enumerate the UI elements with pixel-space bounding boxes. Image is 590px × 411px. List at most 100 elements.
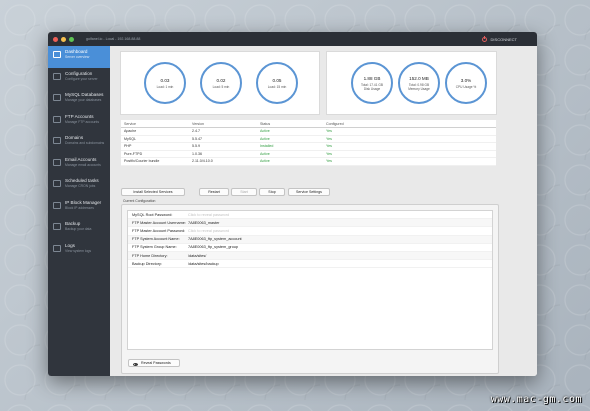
configuration-group: MySQL Root Password: Click to reveal pas…	[121, 204, 499, 374]
sidebar-item-ip-block-manager[interactable]: IP Block Manager Block IP addresses	[48, 197, 110, 219]
watermark: www.mac-gm.com	[490, 394, 582, 405]
config-key: FTP Master Account Username:	[132, 220, 186, 225]
config-value[interactable]: Click to reveal password	[188, 213, 229, 217]
stop-button[interactable]: Stop	[259, 188, 285, 196]
globe-icon	[53, 137, 61, 144]
sidebar-item-dashboard[interactable]: Dashboard Server overview	[48, 46, 110, 68]
sidebar-item-sub: Manage email accounts	[65, 162, 101, 167]
service-status: Active	[257, 127, 323, 136]
config-key: FTP System Account Name:	[132, 237, 180, 242]
column-header[interactable]: Version	[189, 120, 257, 128]
gauge-value: 1.88 GB	[363, 75, 381, 81]
table-row[interactable]: PHP 5.5.9 Installed Yes	[121, 142, 496, 151]
config-row: FTP Master Account Password: Click to re…	[128, 227, 492, 236]
config-key: FTP System Group Name:	[132, 245, 177, 250]
config-key: Backup Directory:	[132, 261, 162, 266]
service-status: Installed	[257, 142, 323, 151]
sidebar-item-ftp-accounts[interactable]: FTP Accounts Manage FTP accounts	[48, 111, 110, 133]
cpu-usage-gauge: 3.0% CPU Usage %	[445, 62, 487, 104]
minimize-window-button[interactable]	[61, 36, 66, 42]
service-name: Postfix/Courier bundle	[121, 157, 189, 166]
disconnect-label: DISCONNECT	[490, 36, 517, 42]
gauge-caption: Load: 15 min	[267, 84, 287, 89]
config-row: FTP System Account Name: 7A8E0063_ftp_sy…	[128, 235, 492, 244]
config-row: FTP System Group Name: 7A8E0063_ftp_syst…	[128, 244, 492, 252]
service-settings-button[interactable]: Service Settings	[288, 188, 330, 196]
gauge-value: 0.03	[160, 77, 170, 83]
sidebar-item-sub: View system logs	[65, 248, 92, 253]
sidebar-item-sub: Manage your databases	[65, 98, 102, 102]
app-window: golfanel.io - Local - 192.168.88.88 DISC…	[48, 32, 537, 376]
backup-icon	[53, 223, 61, 230]
eye-icon	[133, 362, 138, 366]
gauge-caption: CPU Usage %	[455, 84, 477, 89]
sidebar-item-sub: Configure your server	[65, 76, 98, 81]
service-version: 1.0.36	[189, 150, 257, 158]
service-status: Active	[257, 157, 323, 166]
gauge-caption: Total: 0.98 GB Memory Usage	[408, 82, 430, 91]
config-key: FTP Home Directory:	[132, 253, 168, 258]
folder-icon	[53, 115, 61, 123]
config-value: 7A8E0063_master	[188, 220, 220, 225]
configuration-list: MySQL Root Password: Click to reveal pas…	[127, 210, 493, 350]
column-header[interactable]: Service	[121, 120, 189, 128]
service-name: Pure-FTPD	[121, 150, 189, 158]
sidebar-item-logs[interactable]: Logs View system logs	[48, 240, 110, 262]
sidebar-item-sub: Manage CRON jobs	[65, 184, 96, 188]
install-services-button[interactable]: Install Selected Services	[121, 188, 185, 196]
memory-usage-gauge: 152.0 MB Total: 0.98 GB Memory Usage	[398, 62, 440, 104]
sidebar-item-sub: Block IP addresses	[65, 205, 94, 210]
service-configured: Yes	[323, 157, 496, 166]
window-controls	[53, 36, 74, 42]
service-configured: Yes	[323, 150, 496, 158]
service-version: 5.5.9	[189, 142, 257, 151]
table-header-row: Service Version Status Configured	[121, 120, 496, 128]
service-configured: Yes	[323, 135, 496, 143]
service-version: 2.11.0/4.10.0	[189, 157, 257, 166]
table-row[interactable]: Apache 2.4.7 Active Yes	[121, 127, 496, 136]
service-version: 2.4.7	[189, 127, 257, 136]
service-name: PHP	[121, 142, 189, 151]
table-row[interactable]: Pure-FTPD 1.0.36 Active Yes	[121, 150, 496, 158]
config-key: FTP Master Account Password:	[132, 228, 186, 233]
sidebar-item-configuration[interactable]: Configuration Configure your server	[48, 68, 110, 90]
gauge-value: 0.05	[272, 77, 282, 83]
service-status: Active	[257, 135, 323, 143]
power-icon	[481, 35, 487, 42]
close-window-button[interactable]	[53, 36, 58, 42]
restart-button[interactable]: Restart	[199, 188, 229, 196]
reveal-passwords-button[interactable]: Reveal Passwords	[128, 359, 180, 367]
sidebar-item-email-accounts[interactable]: Email Accounts Manage email accounts	[48, 154, 110, 176]
sidebar-item-sub: Server overview	[65, 55, 90, 59]
config-row: FTP Master Account Username: 7A8E0063_ma…	[128, 219, 492, 228]
load-average-panel: 0.03 Load: 1 min 0.02 Load: 5 min 0.05 L…	[120, 51, 320, 115]
gauge-caption: Load: 1 min	[156, 84, 174, 89]
config-value: 7A8E0063_ftp_system_group	[188, 245, 239, 250]
main-content: 0.03 Load: 1 min 0.02 Load: 5 min 0.05 L…	[110, 46, 537, 376]
dashboard-icon	[53, 51, 61, 58]
config-value[interactable]: Click to reveal password	[188, 229, 229, 233]
reveal-passwords-label: Reveal Passwords	[141, 361, 171, 365]
config-row: Backup Directory: /data/sites/backup	[128, 260, 492, 269]
config-row: FTP Home Directory: /data/sites/	[128, 251, 492, 261]
zoom-window-button[interactable]	[69, 36, 74, 42]
sidebar-item-backup[interactable]: Backup Backup your data	[48, 218, 110, 240]
logs-icon	[53, 244, 61, 252]
resource-usage-panel: 1.88 GB Total: 17.41 GB Disk Usage 152.0…	[326, 51, 497, 115]
config-value: /data/sites/	[188, 253, 207, 258]
window-title: golfanel.io - Local - 192.168.88.88	[86, 37, 141, 41]
column-header[interactable]: Configured	[323, 120, 496, 128]
disconnect-button[interactable]: DISCONNECT	[481, 35, 517, 42]
sidebar-item-scheduled-tasks[interactable]: Scheduled tasks Manage CRON jobs	[48, 175, 110, 197]
table-row[interactable]: Postfix/Courier bundle 2.11.0/4.10.0 Act…	[121, 157, 496, 166]
service-actions: Install Selected Services Restart Start …	[121, 188, 491, 196]
disk-usage-gauge: 1.88 GB Total: 17.41 GB Disk Usage	[351, 62, 393, 104]
start-button[interactable]: Start	[231, 188, 257, 196]
column-header[interactable]: Status	[257, 120, 323, 128]
title-bar: golfanel.io - Local - 192.168.88.88 DISC…	[48, 32, 537, 47]
sidebar-item-mysql-databases[interactable]: MySQL Databases Manage your databases	[48, 89, 110, 111]
table-row[interactable]: MySQL 5.5.47 Active Yes	[121, 135, 496, 143]
sidebar-item-domains[interactable]: Domains Domains and subdomains	[48, 132, 110, 154]
gauge-caption: Total: 17.41 GB Disk Usage	[361, 82, 383, 91]
service-name: Apache	[121, 127, 189, 136]
